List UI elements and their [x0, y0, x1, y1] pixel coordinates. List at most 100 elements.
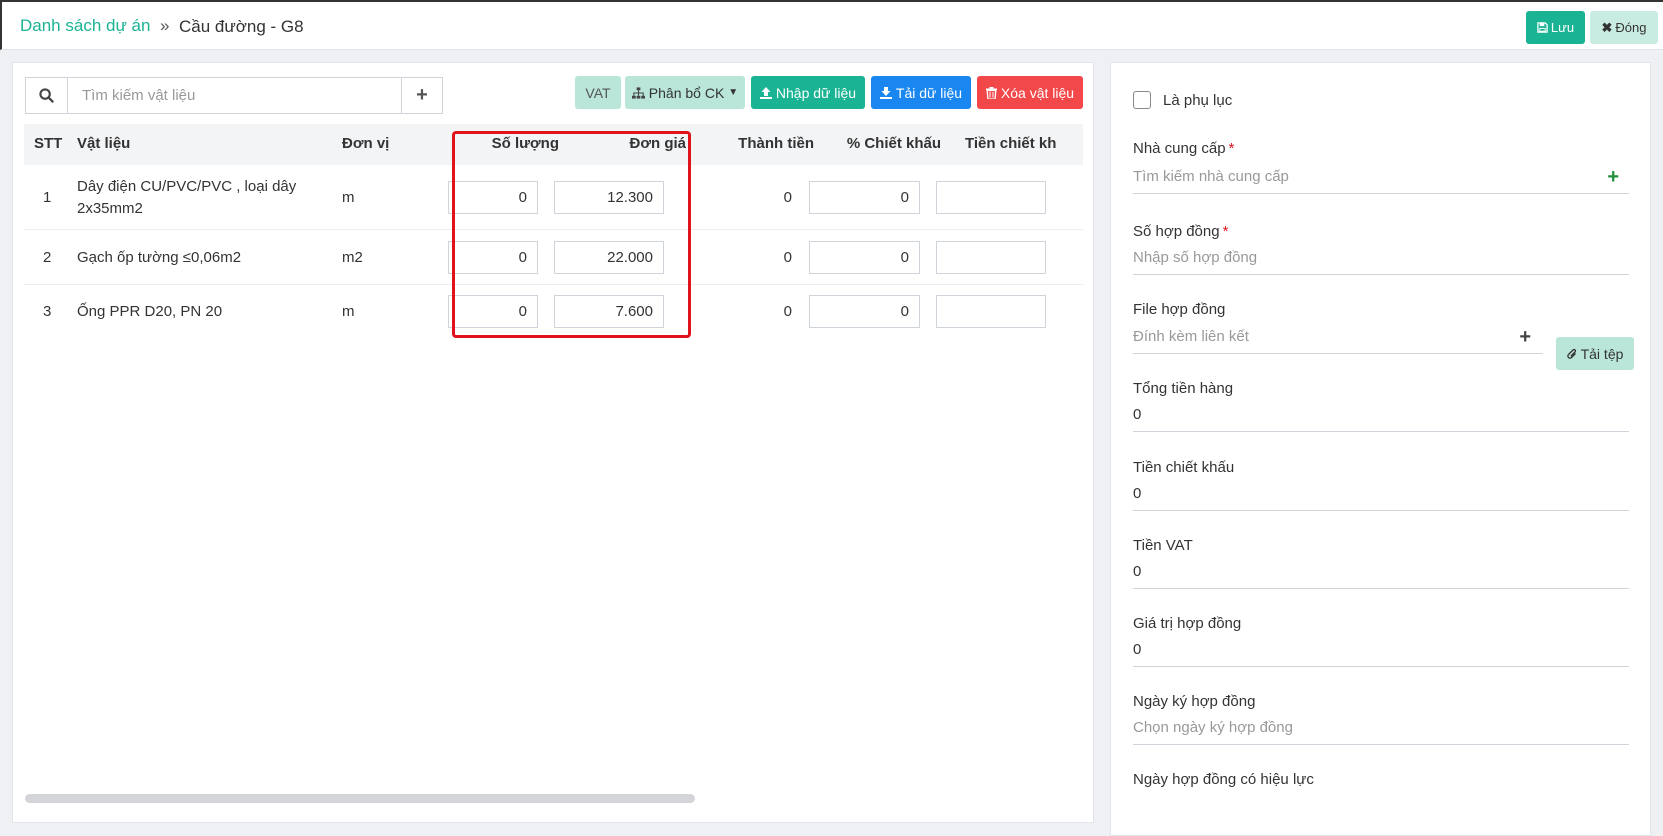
sign-date-placeholder: Chọn ngày ký hợp đồng — [1133, 719, 1293, 736]
required-mark: * — [1228, 140, 1235, 157]
appendix-checkbox[interactable] — [1133, 91, 1151, 109]
supplier-label-text: Nhà cung cấp — [1133, 140, 1226, 157]
table-header: STT Vật liệu Đơn vị Số lượng Đơn giá Thà… — [24, 124, 1083, 165]
quantity-input[interactable]: 0 — [448, 241, 538, 274]
download-data-button[interactable]: Tải dữ liệu — [871, 76, 971, 109]
row-stt: 3 — [43, 303, 52, 320]
total-goods-field: 0 — [1133, 398, 1629, 432]
unit-price-input[interactable]: 22.000 — [554, 241, 664, 274]
close-button-label: Đóng — [1615, 20, 1647, 35]
row-total: 0 — [783, 189, 792, 206]
contract-number-label-text: Số hợp đồng — [1133, 223, 1220, 240]
vat-amount-field: 0 — [1133, 555, 1629, 589]
required-mark: * — [1222, 223, 1229, 240]
upload-file-button[interactable]: Tải tệp — [1556, 337, 1634, 370]
discount-amount-input[interactable] — [936, 181, 1046, 214]
appendix-checkbox-label: Là phụ lục — [1163, 91, 1233, 109]
discount-amount-field: 0 — [1133, 477, 1629, 511]
row-unit: m2 — [342, 249, 363, 266]
supplier-label: Nhà cung cấp * — [1133, 140, 1234, 157]
sign-date-label: Ngày ký hợp đồng — [1133, 693, 1256, 710]
quantity-input[interactable]: 0 — [448, 295, 538, 328]
vat-amount-value: 0 — [1133, 563, 1142, 580]
row-material-name: Dây điện CU/PVC/PVC , loại dây — [77, 178, 297, 195]
contract-value-field: 0 — [1133, 633, 1629, 667]
contract-file-label: File hợp đồng — [1133, 301, 1226, 318]
supplier-placeholder: Tìm kiếm nhà cung cấp — [1133, 168, 1289, 185]
page-title: Cầu đường - G8 — [179, 17, 304, 36]
column-header-material: Vật liệu — [77, 135, 131, 152]
quantity-input[interactable]: 0 — [448, 181, 538, 214]
download-data-label: Tải dữ liệu — [895, 84, 963, 101]
row-total: 0 — [783, 249, 792, 266]
column-header-unit: Đơn vị — [342, 135, 390, 152]
table-row: 1 Dây điện CU/PVC/PVC , loại dây 2x35mm2… — [24, 165, 1083, 230]
column-header-total: Thành tiền — [738, 135, 814, 152]
paperclip-icon — [1566, 348, 1576, 359]
row-material-name-cont: 2x35mm2 — [77, 200, 143, 217]
top-bar: Danh sách dự án » Cầu đường - G8 Lưu ✖ Đ… — [0, 0, 1663, 50]
discount-amount-input[interactable] — [936, 295, 1046, 328]
column-header-unit-price: Đơn giá — [629, 135, 687, 152]
sign-date-field[interactable]: Chọn ngày ký hợp đồng — [1133, 711, 1629, 745]
import-data-button[interactable]: Nhập dữ liệu — [751, 76, 865, 109]
supplier-search-field[interactable]: Tìm kiếm nhà cung cấp + — [1133, 160, 1629, 194]
table-row: 2 Gạch ốp tường ≤0,06m2 m2 0 22.000 0 0 — [24, 230, 1083, 285]
row-unit: m — [342, 189, 355, 206]
column-header-discount-amount: Tiền chiết kh — [965, 135, 1057, 152]
add-material-button[interactable]: + — [401, 78, 442, 113]
allocate-discount-label: Phân bổ CK — [648, 84, 725, 101]
add-link-icon[interactable]: + — [1519, 320, 1531, 354]
materials-table: STT Vật liệu Đơn vị Số lượng Đơn giá Thà… — [24, 124, 1083, 774]
upload-icon — [759, 86, 772, 99]
discount-amount-label: Tiền chiết khấu — [1133, 459, 1235, 476]
column-header-quantity: Số lượng — [491, 135, 559, 152]
contract-value-label: Giá trị hợp đồng — [1133, 615, 1242, 632]
material-search-input[interactable] — [68, 78, 401, 113]
download-icon — [879, 86, 892, 99]
contract-file-field[interactable]: Đính kèm liên kết + — [1133, 320, 1543, 354]
caret-down-icon: ▼ — [728, 87, 739, 98]
save-button[interactable]: Lưu — [1526, 11, 1585, 44]
floppy-disk-icon — [1537, 22, 1548, 33]
materials-panel: + VAT Phân bổ CK ▼ Nhập dữ liệu Tải dữ l… — [12, 62, 1094, 823]
row-material-name: Gạch ốp tường ≤0,06m2 — [77, 249, 242, 266]
total-goods-label: Tổng tiền hàng — [1133, 380, 1234, 397]
contract-file-placeholder: Đính kèm liên kết — [1133, 328, 1249, 345]
discount-amount-value: 0 — [1133, 485, 1142, 502]
breadcrumb-project-list-link[interactable]: Danh sách dự án — [20, 16, 150, 36]
vat-amount-label: Tiền VAT — [1133, 537, 1193, 554]
discount-amount-input[interactable] — [936, 241, 1046, 274]
column-header-discount-percent: % Chiết khấu — [846, 135, 941, 152]
upload-file-label: Tải tệp — [1580, 345, 1624, 362]
contract-number-label: Số hợp đồng * — [1133, 223, 1228, 240]
table-row: 3 Ống PPR D20, PN 20 m 0 7.600 0 0 — [24, 285, 1083, 339]
appendix-checkbox-row: Là phụ lục — [1133, 91, 1232, 109]
horizontal-scrollbar[interactable] — [25, 794, 695, 803]
delete-material-button[interactable]: Xóa vật liệu — [977, 76, 1083, 109]
close-button[interactable]: ✖ Đóng — [1590, 11, 1658, 44]
column-header-stt: STT — [34, 135, 63, 152]
total-goods-value: 0 — [1133, 406, 1142, 423]
discount-percent-input[interactable]: 0 — [809, 295, 920, 328]
close-icon: ✖ — [1601, 19, 1613, 35]
breadcrumb-separator: » — [160, 16, 170, 35]
allocate-discount-dropdown[interactable]: Phân bổ CK ▼ — [625, 76, 745, 109]
sitemap-icon — [631, 86, 645, 99]
unit-price-input[interactable]: 12.300 — [554, 181, 664, 214]
import-data-label: Nhập dữ liệu — [775, 84, 857, 101]
row-stt: 1 — [43, 189, 52, 206]
add-supplier-icon[interactable]: + — [1607, 160, 1619, 194]
delete-material-label: Xóa vật liệu — [1000, 84, 1075, 101]
row-unit: m — [342, 303, 355, 320]
material-search-group: + — [25, 77, 443, 114]
vat-button[interactable]: VAT — [575, 76, 621, 109]
save-button-label: Lưu — [1550, 20, 1575, 35]
row-material-name: Ống PPR D20, PN 20 — [77, 303, 223, 320]
effective-date-label: Ngày hợp đồng có hiệu lực — [1133, 771, 1314, 788]
discount-percent-input[interactable]: 0 — [809, 241, 920, 274]
discount-percent-input[interactable]: 0 — [809, 181, 920, 214]
unit-price-input[interactable]: 7.600 — [554, 295, 664, 328]
contract-number-field[interactable]: Nhập số hợp đồng — [1133, 241, 1629, 275]
contract-form-panel: Là phụ lục Nhà cung cấp * Tìm kiếm nhà cu… — [1110, 62, 1651, 836]
